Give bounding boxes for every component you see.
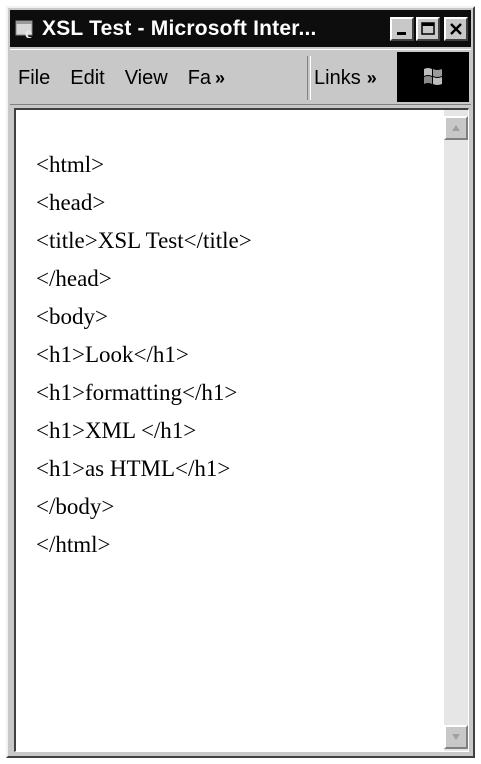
close-icon	[450, 22, 462, 35]
source-line: <html>	[36, 152, 105, 177]
maximize-icon	[421, 21, 435, 35]
document-source: <html> <head> <title>XSL Test</title> </…	[36, 146, 252, 564]
close-button[interactable]	[444, 16, 468, 41]
source-line: <body>	[36, 304, 108, 329]
source-line: </body>	[36, 494, 115, 519]
menu-edit[interactable]: Edit	[70, 67, 104, 90]
svg-text:e: e	[25, 25, 32, 40]
toolbar-separator	[307, 56, 311, 100]
minimize-icon	[397, 31, 406, 35]
links-overflow-chevron[interactable]: »	[367, 68, 377, 89]
minimize-button[interactable]	[390, 16, 414, 41]
source-line: </html>	[36, 532, 111, 557]
windows-logo-icon	[424, 68, 442, 85]
menu-file[interactable]: File	[18, 67, 50, 90]
arrow-up-icon	[452, 125, 460, 131]
window-title: XSL Test - Microsoft Inter...	[42, 16, 317, 40]
arrow-down-icon	[452, 734, 460, 740]
document-viewport[interactable]: <html> <head> <title>XSL Test</title> </…	[14, 108, 469, 752]
title-bar[interactable]: e XSL Test - Microsoft Inter...	[10, 10, 471, 47]
source-line: </head>	[36, 266, 112, 291]
vertical-scrollbar[interactable]	[444, 110, 468, 751]
menu-favorites[interactable]: Fa	[188, 67, 211, 90]
ie-icon[interactable]: e	[15, 18, 37, 40]
scroll-up-button[interactable]	[444, 116, 468, 140]
maximize-button[interactable]	[416, 16, 440, 41]
menu-bar: File Edit View Fa » Links »	[10, 49, 471, 105]
menu-view[interactable]: View	[125, 67, 168, 90]
browser-window: e XSL Test - Microsoft Inter... File Edi…	[6, 6, 475, 758]
source-line: <h1>XML </h1>	[36, 418, 197, 443]
activity-throbber	[397, 52, 469, 102]
menu-overflow-chevron[interactable]: »	[215, 68, 225, 89]
source-line: <h1>as HTML</h1>	[36, 456, 231, 481]
source-line: <title>XSL Test</title>	[36, 228, 252, 253]
links-toolbar-label[interactable]: Links	[314, 67, 361, 90]
source-line: <h1>formatting</h1>	[36, 380, 238, 405]
source-line: <h1>Look</h1>	[36, 342, 189, 367]
source-line: <head>	[36, 190, 106, 215]
scroll-down-button[interactable]	[444, 725, 468, 749]
